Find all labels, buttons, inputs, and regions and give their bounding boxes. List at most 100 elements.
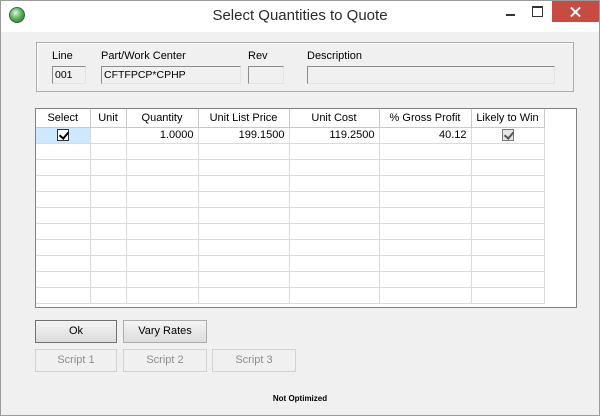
empty-cell — [36, 239, 91, 256]
empty-cell — [289, 255, 380, 272]
description-field — [307, 66, 555, 84]
empty-cell — [544, 207, 576, 223]
empty-cell — [544, 255, 576, 271]
script3-button[interactable]: Script 3 — [212, 349, 296, 372]
empty-cell — [379, 175, 472, 192]
empty-cell — [198, 191, 290, 208]
empty-cell — [198, 239, 290, 256]
maximize-icon[interactable] — [524, 1, 550, 22]
empty-cell — [90, 143, 127, 160]
empty-cell — [126, 239, 199, 256]
empty-cell — [289, 175, 380, 192]
minimize-icon[interactable] — [497, 1, 523, 22]
empty-cell — [126, 175, 199, 192]
script2-button[interactable]: Script 2 — [123, 349, 207, 372]
ok-button[interactable]: Ok — [35, 320, 117, 343]
empty-cell — [471, 159, 545, 176]
gross-profit-cell[interactable]: 40.12 — [379, 127, 472, 144]
quantity-cell[interactable]: 1.0000 — [126, 127, 199, 144]
select-checkbox[interactable] — [56, 129, 69, 142]
empty-cell — [379, 207, 472, 224]
empty-cell — [126, 159, 199, 176]
col-header-likely-to-win[interactable]: Likely to Win — [471, 109, 545, 128]
empty-row — [36, 207, 576, 224]
empty-cell — [36, 207, 91, 224]
rev-field — [248, 66, 284, 84]
empty-cell — [90, 191, 127, 208]
empty-cell — [289, 191, 380, 208]
dialog-body: Line 001 Part/Work Center CFTFPCP*CPHP R… — [8, 32, 592, 410]
select-cell[interactable] — [36, 127, 91, 144]
col-header-unit[interactable]: Unit — [90, 109, 127, 128]
blank-cell — [544, 127, 576, 143]
empty-row — [36, 255, 576, 272]
col-header-gross-profit[interactable]: % Gross Profit — [379, 109, 472, 128]
empty-cell — [379, 159, 472, 176]
empty-cell — [289, 143, 380, 160]
table-row[interactable]: 1.0000 199.1500 119.2500 40.12 — [36, 127, 576, 144]
part-label: Part/Work Center — [101, 50, 186, 62]
empty-cell — [36, 143, 91, 160]
col-header-unit-cost[interactable]: Unit Cost — [289, 109, 380, 128]
status-text: Not Optimized — [272, 394, 328, 403]
empty-cell — [126, 143, 199, 160]
empty-cell — [471, 143, 545, 160]
empty-cell — [544, 175, 576, 191]
empty-cell — [90, 207, 127, 224]
empty-cell — [36, 191, 91, 208]
empty-cell — [289, 223, 380, 240]
rev-label: Rev — [248, 50, 268, 62]
unit-cell[interactable] — [90, 127, 127, 144]
empty-cell — [198, 143, 290, 160]
empty-cell — [90, 239, 127, 256]
empty-cell — [126, 271, 199, 288]
title-bar[interactable]: Select Quantities to Quote — [1, 1, 599, 32]
empty-row — [36, 191, 576, 208]
empty-cell — [126, 287, 199, 304]
vary-rates-button[interactable]: Vary Rates — [123, 320, 207, 343]
empty-cell — [36, 159, 91, 176]
empty-cell — [198, 255, 290, 272]
empty-cell — [126, 223, 199, 240]
unit-list-price-cell[interactable]: 199.1500 — [198, 127, 290, 144]
empty-cell — [90, 159, 127, 176]
empty-cell — [198, 271, 290, 288]
empty-cell — [471, 207, 545, 224]
empty-row — [36, 143, 576, 160]
empty-cell — [471, 239, 545, 256]
likely-to-win-cell[interactable] — [471, 127, 545, 144]
empty-cell — [471, 191, 545, 208]
likely-to-win-checkbox[interactable] — [501, 129, 514, 142]
empty-cell — [544, 287, 576, 303]
empty-cell — [289, 287, 380, 304]
empty-cell — [544, 159, 576, 175]
unit-cost-cell[interactable]: 119.2500 — [289, 127, 380, 144]
col-header-quantity[interactable]: Quantity — [126, 109, 199, 128]
close-icon[interactable] — [552, 1, 599, 22]
empty-cell — [289, 239, 380, 256]
description-label: Description — [307, 50, 363, 62]
empty-cell — [379, 271, 472, 288]
empty-cell — [289, 207, 380, 224]
empty-row — [36, 287, 576, 304]
empty-cell — [126, 191, 199, 208]
empty-cell — [379, 239, 472, 256]
empty-row — [36, 159, 576, 176]
empty-cell — [289, 159, 380, 176]
empty-cell — [544, 239, 576, 255]
empty-row — [36, 175, 576, 192]
script1-button[interactable]: Script 1 — [35, 349, 117, 372]
col-header-select[interactable]: Select — [36, 109, 91, 128]
empty-cell — [198, 223, 290, 240]
empty-cell — [544, 143, 576, 159]
empty-cell — [544, 191, 576, 207]
empty-cell — [379, 255, 472, 272]
empty-cell — [379, 223, 472, 240]
empty-cell — [90, 255, 127, 272]
col-header-unit-list-price[interactable]: Unit List Price — [198, 109, 290, 128]
empty-row — [36, 239, 576, 256]
empty-cell — [471, 175, 545, 192]
col-header-blank — [544, 109, 576, 127]
empty-cell — [544, 271, 576, 287]
empty-cell — [379, 287, 472, 304]
